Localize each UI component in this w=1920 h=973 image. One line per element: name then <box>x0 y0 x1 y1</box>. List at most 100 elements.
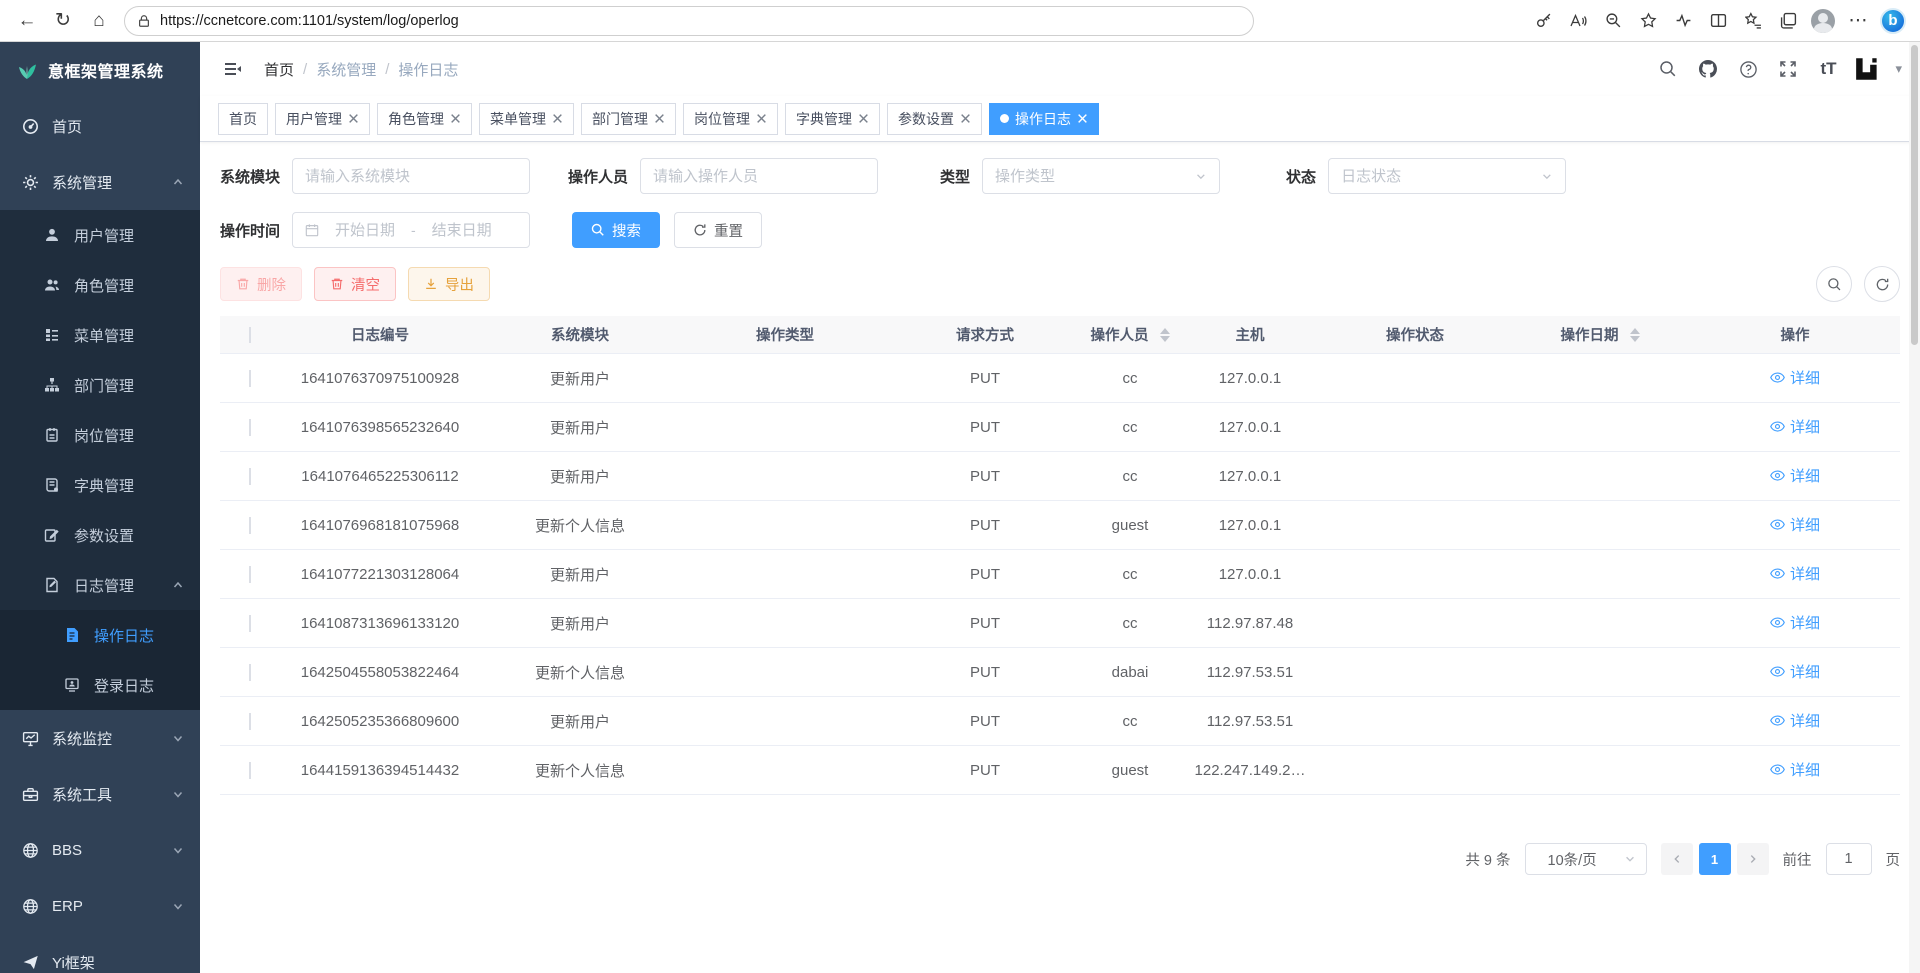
close-icon[interactable] <box>348 113 359 124</box>
zoom-out-icon[interactable] <box>1596 4 1630 38</box>
module-input[interactable] <box>305 168 517 185</box>
page-number-1[interactable]: 1 <box>1699 843 1731 875</box>
breadcrumb-home[interactable]: 首页 <box>264 59 294 80</box>
page-scrollbar[interactable] <box>1909 42 1920 973</box>
prev-page-button[interactable] <box>1661 843 1693 875</box>
bing-icon[interactable]: b <box>1876 4 1910 38</box>
row-checkbox[interactable] <box>249 713 251 730</box>
sidebar-item-yi-framework[interactable]: Yi框架 <box>0 934 200 973</box>
detail-link[interactable]: 详细 <box>1770 465 1820 486</box>
tab-home[interactable]: 首页 <box>218 103 268 135</box>
row-checkbox[interactable] <box>249 419 251 436</box>
home-icon[interactable]: ⌂ <box>82 4 116 38</box>
more-options-icon[interactable]: ⋯ <box>1841 4 1875 38</box>
close-icon[interactable] <box>1077 113 1088 124</box>
select-all-checkbox[interactable] <box>249 327 251 343</box>
sort-icon[interactable] <box>1160 328 1170 342</box>
close-icon[interactable] <box>450 113 461 124</box>
sidebar-item-system-monitor[interactable]: 系统监控 <box>0 710 200 766</box>
split-screen-icon[interactable] <box>1701 4 1735 38</box>
delete-button[interactable]: 删除 <box>220 267 302 301</box>
close-icon[interactable] <box>960 113 971 124</box>
sidebar-item-user-mgmt[interactable]: 用户管理 <box>0 210 200 260</box>
page-size-select[interactable]: 10条/页 <box>1525 843 1647 875</box>
sidebar-item-system-mgmt[interactable]: 系统管理 <box>0 154 200 210</box>
tab-dict-mgmt[interactable]: 字典管理 <box>785 103 880 135</box>
close-icon[interactable] <box>858 113 869 124</box>
row-checkbox[interactable] <box>249 566 251 583</box>
help-icon[interactable] <box>1733 54 1763 84</box>
detail-link[interactable]: 详细 <box>1770 612 1820 633</box>
tab-menu-mgmt[interactable]: 菜单管理 <box>479 103 574 135</box>
read-aloud-icon[interactable] <box>1561 4 1595 38</box>
url-input[interactable] <box>160 13 1241 29</box>
sidebar-item-dict-mgmt[interactable]: 字典管理 <box>0 460 200 510</box>
sidebar-fold-icon[interactable] <box>218 54 248 84</box>
tab-oper-log[interactable]: 操作日志 <box>989 103 1099 135</box>
export-button[interactable]: 导出 <box>408 267 490 301</box>
sidebar-item-dept-mgmt[interactable]: 部门管理 <box>0 360 200 410</box>
favorites-bar-icon[interactable] <box>1736 4 1770 38</box>
date-range-picker[interactable]: - <box>292 212 530 248</box>
row-checkbox[interactable] <box>249 664 251 681</box>
operator-input[interactable] <box>653 168 865 185</box>
next-page-button[interactable] <box>1737 843 1769 875</box>
detail-link[interactable]: 详细 <box>1770 759 1820 780</box>
clear-button[interactable]: 清空 <box>314 267 396 301</box>
scrollbar-thumb[interactable] <box>1911 45 1918 345</box>
app-logo[interactable]: 意框架管理系统 <box>0 42 200 98</box>
sidebar-item-bbs[interactable]: BBS <box>0 822 200 878</box>
sidebar-item-log-mgmt[interactable]: 日志管理 <box>0 560 200 610</box>
table-search-button[interactable] <box>1816 266 1852 302</box>
sidebar-item-erp[interactable]: ERP <box>0 878 200 934</box>
chevron-down-icon[interactable]: ▾ <box>1895 61 1902 77</box>
table-refresh-button[interactable] <box>1864 266 1900 302</box>
sidebar-item-post-mgmt[interactable]: 岗位管理 <box>0 410 200 460</box>
tab-dept-mgmt[interactable]: 部门管理 <box>581 103 676 135</box>
font-size-icon[interactable]: tT <box>1813 54 1843 84</box>
tab-post-mgmt[interactable]: 岗位管理 <box>683 103 778 135</box>
sidebar-item-role-mgmt[interactable]: 角色管理 <box>0 260 200 310</box>
password-key-icon[interactable] <box>1526 4 1560 38</box>
type-select[interactable] <box>982 158 1220 194</box>
fullscreen-icon[interactable] <box>1773 54 1803 84</box>
sidebar-item-system-tools[interactable]: 系统工具 <box>0 766 200 822</box>
detail-link[interactable]: 详细 <box>1770 563 1820 584</box>
type-select-value[interactable] <box>995 168 1187 185</box>
collections-icon[interactable] <box>1771 4 1805 38</box>
tab-param-settings[interactable]: 参数设置 <box>887 103 982 135</box>
github-icon[interactable] <box>1693 54 1723 84</box>
goto-page-input[interactable] <box>1826 843 1872 875</box>
address-bar[interactable] <box>124 6 1254 36</box>
search-icon[interactable] <box>1653 54 1683 84</box>
status-select-value[interactable] <box>1341 168 1533 185</box>
profile-avatar[interactable] <box>1806 4 1840 38</box>
row-checkbox[interactable] <box>249 762 251 779</box>
detail-link[interactable]: 详细 <box>1770 367 1820 388</box>
sidebar-item-menu-mgmt[interactable]: 菜单管理 <box>0 310 200 360</box>
row-checkbox[interactable] <box>249 468 251 485</box>
refresh-icon[interactable]: ↻ <box>46 4 80 38</box>
sort-icon[interactable] <box>1630 328 1640 342</box>
favorites-add-icon[interactable] <box>1631 4 1665 38</box>
reset-button[interactable]: 重置 <box>674 212 762 248</box>
sidebar-item-oper-log[interactable]: 操作日志 <box>0 610 200 660</box>
row-checkbox[interactable] <box>249 517 251 534</box>
back-icon[interactable]: ← <box>10 4 44 38</box>
tab-user-mgmt[interactable]: 用户管理 <box>275 103 370 135</box>
detail-link[interactable]: 详细 <box>1770 710 1820 731</box>
close-icon[interactable] <box>756 113 767 124</box>
row-checkbox[interactable] <box>249 615 251 632</box>
browser-essentials-icon[interactable] <box>1666 4 1700 38</box>
status-select[interactable] <box>1328 158 1566 194</box>
close-icon[interactable] <box>654 113 665 124</box>
close-icon[interactable] <box>552 113 563 124</box>
detail-link[interactable]: 详细 <box>1770 416 1820 437</box>
sidebar-item-home[interactable]: 首页 <box>0 98 200 154</box>
yi-logo[interactable] <box>1853 54 1883 84</box>
breadcrumb-system[interactable]: 系统管理 <box>316 59 376 80</box>
detail-link[interactable]: 详细 <box>1770 661 1820 682</box>
row-checkbox[interactable] <box>249 370 251 387</box>
sidebar-item-param-settings[interactable]: 参数设置 <box>0 510 200 560</box>
sidebar-item-login-log[interactable]: 登录日志 <box>0 660 200 710</box>
